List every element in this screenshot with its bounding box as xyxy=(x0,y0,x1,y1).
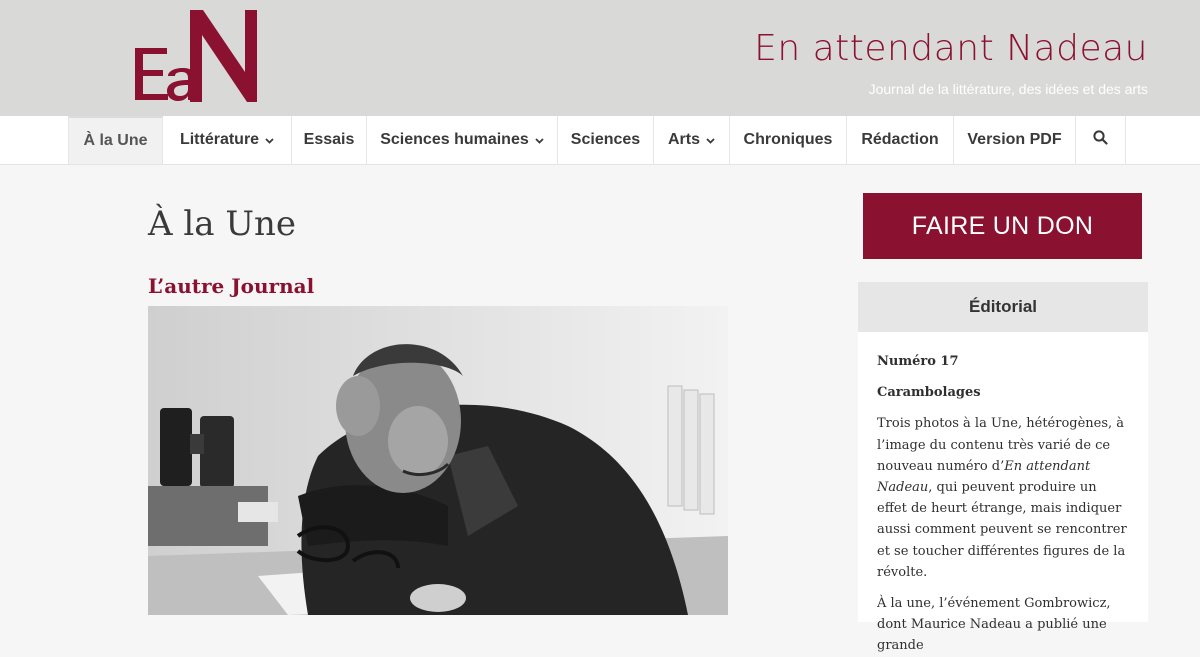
site-logo[interactable] xyxy=(135,10,260,102)
page-title: À la Une xyxy=(148,204,296,244)
main-nav: À la Une Littérature Essais Sciences hum… xyxy=(0,116,1200,165)
nav-item-label: À la Une xyxy=(83,132,148,149)
editorial-title: Éditorial xyxy=(858,282,1148,332)
nav-item-label: Littérature xyxy=(179,131,260,148)
editorial-paragraph: À la une, l’événement Gombrowicz, dont M… xyxy=(877,596,1111,654)
chevron-down-icon xyxy=(535,136,544,147)
search-icon xyxy=(1093,130,1108,150)
nav-item-redaction[interactable]: Rédaction xyxy=(847,116,954,164)
editorial-body: Numéro 17 Carambolages Trois photos à la… xyxy=(858,332,1148,657)
editorial-widget: Éditorial Numéro 17 Carambolages Trois p… xyxy=(858,282,1148,653)
nav-item-a-la-une[interactable]: À la Une xyxy=(68,116,163,164)
donate-button[interactable]: FAIRE UN DON xyxy=(863,193,1142,259)
nav-item-version-pdf[interactable]: Version PDF xyxy=(954,116,1076,164)
nav-item-label: Rédaction xyxy=(861,131,939,148)
site-header: En attendant Nadeau Journal de la littér… xyxy=(0,0,1200,116)
nav-item-sciences-humaines[interactable]: Sciences humaines xyxy=(367,116,558,164)
nav-search-button[interactable] xyxy=(1076,116,1126,164)
article-title[interactable]: L’autre Journal xyxy=(148,274,314,298)
chevron-down-icon xyxy=(265,136,274,147)
editorial-issue: Numéro 17 xyxy=(877,354,959,369)
nav-item-essais[interactable]: Essais xyxy=(292,116,367,164)
site-tagline: Journal de la littérature, des idées et … xyxy=(868,81,1148,97)
nav-item-chroniques[interactable]: Chroniques xyxy=(730,116,847,164)
chevron-down-icon xyxy=(706,136,715,147)
nav-item-label: Version PDF xyxy=(967,131,1062,148)
nav-item-label: Chroniques xyxy=(743,131,833,148)
nav-item-sciences[interactable]: Sciences xyxy=(558,116,654,164)
nav-item-litterature[interactable]: Littérature xyxy=(163,116,292,164)
nav-item-label: Sciences xyxy=(570,131,641,148)
editorial-paragraph: Trois photos à la Une, hétérogènes, à l’… xyxy=(877,413,1129,583)
nav-item-label: Essais xyxy=(303,131,355,148)
site-title[interactable]: En attendant Nadeau xyxy=(754,28,1148,69)
nav-item-label: Sciences humaines xyxy=(380,131,529,148)
article-photo[interactable] xyxy=(148,306,728,615)
nav-item-arts[interactable]: Arts xyxy=(654,116,730,164)
nav-item-label: Arts xyxy=(667,131,700,148)
editorial-heading[interactable]: Carambolages xyxy=(877,382,1129,403)
